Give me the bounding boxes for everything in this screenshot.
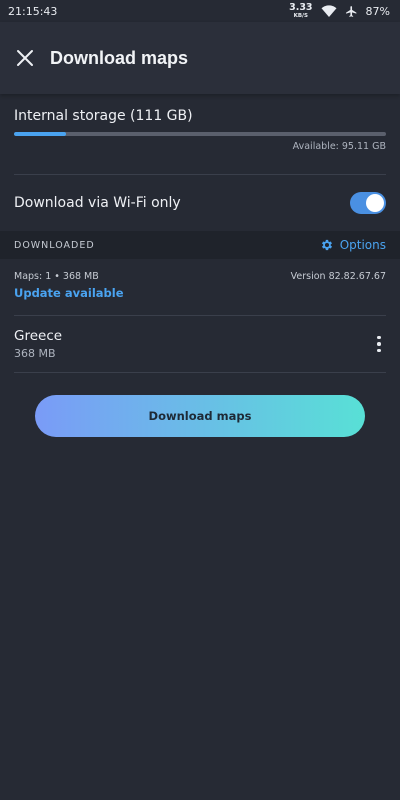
update-available-link[interactable]: Update available	[14, 286, 386, 300]
download-button-container: Download maps	[0, 373, 400, 437]
network-speed: 3.33 KB/S	[289, 3, 312, 19]
close-icon	[17, 50, 33, 66]
maps-summary: Maps: 1 • 368 MB	[14, 271, 99, 282]
map-name: Greece	[14, 328, 63, 344]
options-button[interactable]: Options	[320, 238, 386, 252]
storage-section: Internal storage (111 GB) Available: 95.…	[0, 94, 400, 174]
network-speed-unit: KB/S	[293, 12, 309, 19]
maps-summary-line: Maps: 1 • 368 MB Version 82.82.67.67	[14, 271, 386, 282]
page-title: Download maps	[50, 47, 189, 68]
map-info: Greece 368 MB	[14, 328, 62, 360]
wifi-icon	[321, 5, 337, 17]
gear-icon	[321, 239, 332, 251]
storage-usage-bar	[14, 132, 386, 136]
status-time: 21:15:43	[8, 4, 58, 18]
list-item[interactable]: Greece 368 MB	[0, 316, 400, 372]
wifi-only-toggle[interactable]	[350, 192, 386, 214]
more-vert-icon	[377, 335, 381, 340]
storage-available: Available: 95.11 GB	[292, 141, 386, 152]
more-options-button[interactable]	[372, 333, 386, 355]
status-bar: 21:15:43 3.33 KB/S 87%	[0, 0, 400, 22]
status-icons: 3.33 KB/S 87%	[289, 3, 390, 19]
wifi-only-row[interactable]: Download via Wi-Fi only	[0, 175, 400, 231]
more-vert-icon	[377, 342, 381, 346]
toggle-knob	[366, 194, 384, 212]
map-size: 368 MB	[14, 347, 56, 360]
storage-usage-fill	[14, 132, 67, 136]
wifi-only-label: Download via Wi-Fi only	[14, 195, 181, 211]
app-bar: Download maps	[0, 22, 400, 94]
airplane-icon	[345, 5, 356, 17]
downloaded-section-header: DOWNLOADED Options	[0, 231, 400, 259]
download-maps-button[interactable]: Download maps	[35, 395, 365, 437]
maps-version: Version 82.82.67.67	[290, 271, 386, 282]
battery-level: 87%	[365, 4, 390, 18]
storage-label: Internal storage (111 GB)	[14, 108, 193, 124]
options-label: Options	[339, 238, 386, 252]
more-vert-icon	[377, 348, 381, 353]
section-title: DOWNLOADED	[14, 239, 95, 251]
maps-info: Maps: 1 • 368 MB Version 82.82.67.67 Upd…	[0, 259, 400, 315]
network-speed-value: 3.33	[289, 2, 313, 13]
close-button[interactable]	[14, 47, 36, 69]
